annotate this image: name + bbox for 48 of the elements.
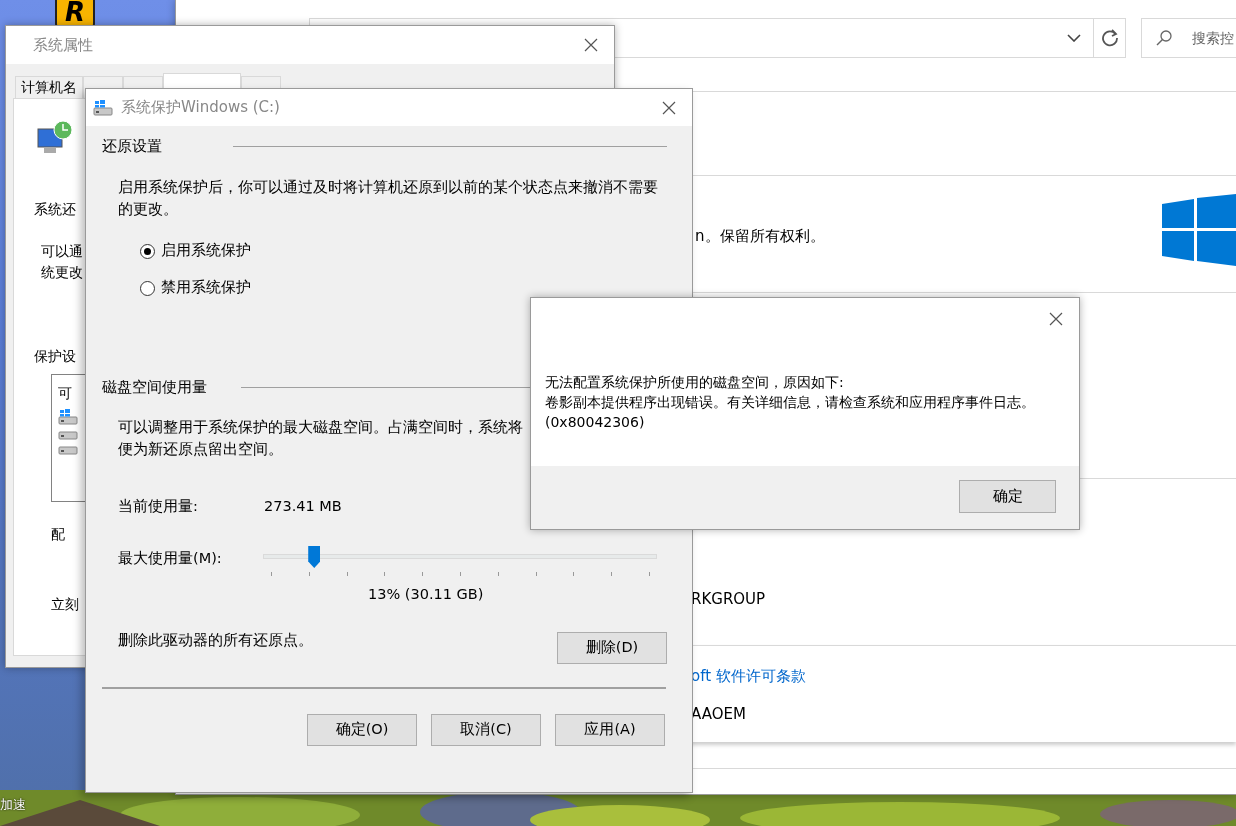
window-title: 系统保护Windows (C:) bbox=[121, 97, 280, 119]
search-icon bbox=[1156, 30, 1172, 46]
dialog-button[interactable]: 应用(A) bbox=[555, 714, 665, 746]
radio-label: 启用系统保护 bbox=[161, 241, 251, 261]
radio-button[interactable] bbox=[140, 243, 155, 259]
delete-button[interactable]: 删除(D) bbox=[557, 632, 667, 664]
section-heading: 系统还 bbox=[34, 200, 76, 219]
slider[interactable] bbox=[263, 546, 657, 576]
drive-icon bbox=[58, 446, 78, 455]
section-heading: 保护设 bbox=[34, 347, 76, 366]
chevron-icon[interactable] bbox=[1067, 34, 1081, 42]
slider-thumb[interactable] bbox=[308, 546, 321, 568]
field-label: 当前使用量: bbox=[118, 497, 199, 516]
description-text: 删除此驱动器的所有还原点。 bbox=[118, 631, 313, 650]
field-label: 最大使用量(M): bbox=[118, 549, 223, 568]
description-text: 可以调整用于系统保护的最大磁盘空间。占满空间时，系统将 bbox=[118, 418, 523, 437]
error-message: 卷影副本提供程序出现错误。有关详细信息，请检查系统和应用程序事件日志。 bbox=[545, 393, 1036, 412]
column-header: 可 bbox=[58, 384, 72, 403]
error-message: (0x80042306) bbox=[545, 413, 646, 432]
dialog-button[interactable]: 确定(O) bbox=[307, 714, 417, 746]
refresh-icon bbox=[1100, 29, 1119, 47]
copyright-text: n。保留所有权利。 bbox=[695, 226, 825, 247]
drive-icon bbox=[58, 431, 78, 440]
refresh-button[interactable] bbox=[1094, 18, 1126, 58]
description-text: 便为新还原点留出空间。 bbox=[118, 440, 283, 459]
windows-drive-icon bbox=[58, 409, 78, 425]
create-text: 立刻 bbox=[51, 595, 79, 614]
close-button[interactable] bbox=[1047, 310, 1065, 328]
radio-label: 禁用系统保护 bbox=[161, 278, 251, 298]
description-text: 启用系统保护后，你可以通过及时将计算机还原到以前的某个状态点来撤消不需要的更改。 bbox=[118, 178, 659, 219]
slider-reading: 13% (30.11 GB) bbox=[368, 585, 484, 604]
configure-text: 配 bbox=[51, 525, 65, 544]
tab[interactable]: 计算机名 bbox=[15, 76, 83, 98]
error-message: 无法配置系统保护所使用的磁盘空间，原因如下: bbox=[545, 373, 845, 392]
windows-drive-icon bbox=[93, 99, 113, 116]
field-value: 273.41 MB bbox=[264, 497, 342, 516]
ok-button[interactable]: 确定 bbox=[959, 480, 1056, 513]
close-button[interactable] bbox=[582, 36, 600, 54]
workgroup-text: RKGROUP bbox=[691, 589, 766, 609]
description-text: 可以通 bbox=[41, 242, 83, 261]
radio-button[interactable] bbox=[140, 280, 155, 296]
dialog-button[interactable]: 取消(C) bbox=[431, 714, 541, 746]
description-text: 统更改 bbox=[41, 263, 83, 282]
window-title: 系统属性 bbox=[33, 34, 93, 56]
product-id-text: AAOEM bbox=[691, 704, 746, 724]
group-heading: 还原设置 bbox=[102, 137, 162, 156]
desktop-icon-label: 加速 bbox=[0, 797, 26, 813]
search-field[interactable]: 搜索控 bbox=[1141, 18, 1236, 58]
